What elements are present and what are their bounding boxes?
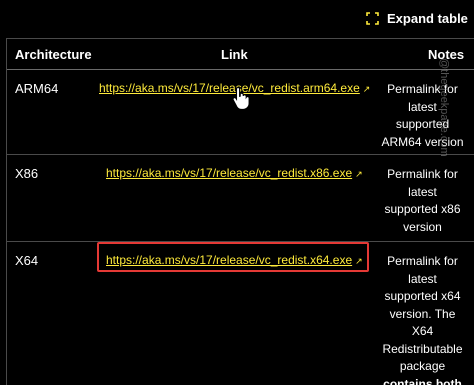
notes-line: version. The [375,306,470,324]
notes-line: latest [375,99,470,117]
header-link: Link [221,47,248,62]
external-link-icon: ↗ [363,84,371,95]
hand-cursor-icon [232,86,250,110]
expand-table-label: Expand table [387,11,468,26]
table-row-arm64: ARM64 https://aka.ms/vs/17/release/vc_re… [7,70,474,155]
link-text: https://aka.ms/vs/17/release/vc_redist.x… [106,166,352,180]
notes-line: Permalink for [375,253,470,271]
notes-line: version [375,219,470,237]
notes-cell: Permalink for latest supported x64 versi… [375,253,470,385]
table-row-x64: X64 https://aka.ms/vs/17/release/vc_redi… [7,242,474,385]
download-link-x86[interactable]: https://aka.ms/vs/17/release/vc_redist.x… [106,166,363,180]
external-link-icon: ↗ [355,256,363,267]
notes-line: package [375,358,470,376]
notes-cell: Permalink for latest supported x86 versi… [375,166,470,236]
notes-line: Permalink for [375,166,470,184]
link-text: https://aka.ms/vs/17/release/vc_redist.a… [99,81,360,95]
notes-line: supported x64 [375,288,470,306]
expand-table-button[interactable]: Expand table [366,9,468,27]
download-link-x64[interactable]: https://aka.ms/vs/17/release/vc_redist.x… [106,253,363,267]
notes-line: X64 [375,323,470,341]
notes-line: supported [375,116,470,134]
notes-line: supported x86 [375,201,470,219]
notes-line: latest [375,271,470,289]
table-row-x86: X86 https://aka.ms/vs/17/release/vc_redi… [7,155,474,242]
table-header-row: Architecture Link Notes [7,39,474,70]
table-toolbar: Expand table [0,0,474,34]
external-link-icon: ↗ [355,169,363,180]
notes-line: ARM64 version [375,134,470,152]
architecture-cell: X86 [15,166,38,181]
architecture-cell: ARM64 [15,81,58,96]
notes-line: Redistributable [375,341,470,359]
watermark: @thegeekpage.com [438,58,450,157]
expand-icon [366,12,379,25]
architecture-cell: X64 [15,253,38,268]
header-architecture: Architecture [15,47,92,62]
notes-cell: Permalink for latest supported ARM64 ver… [375,81,470,151]
link-text: https://aka.ms/vs/17/release/vc_redist.x… [106,253,352,267]
notes-line: Permalink for [375,81,470,99]
notes-line: latest [375,184,470,202]
